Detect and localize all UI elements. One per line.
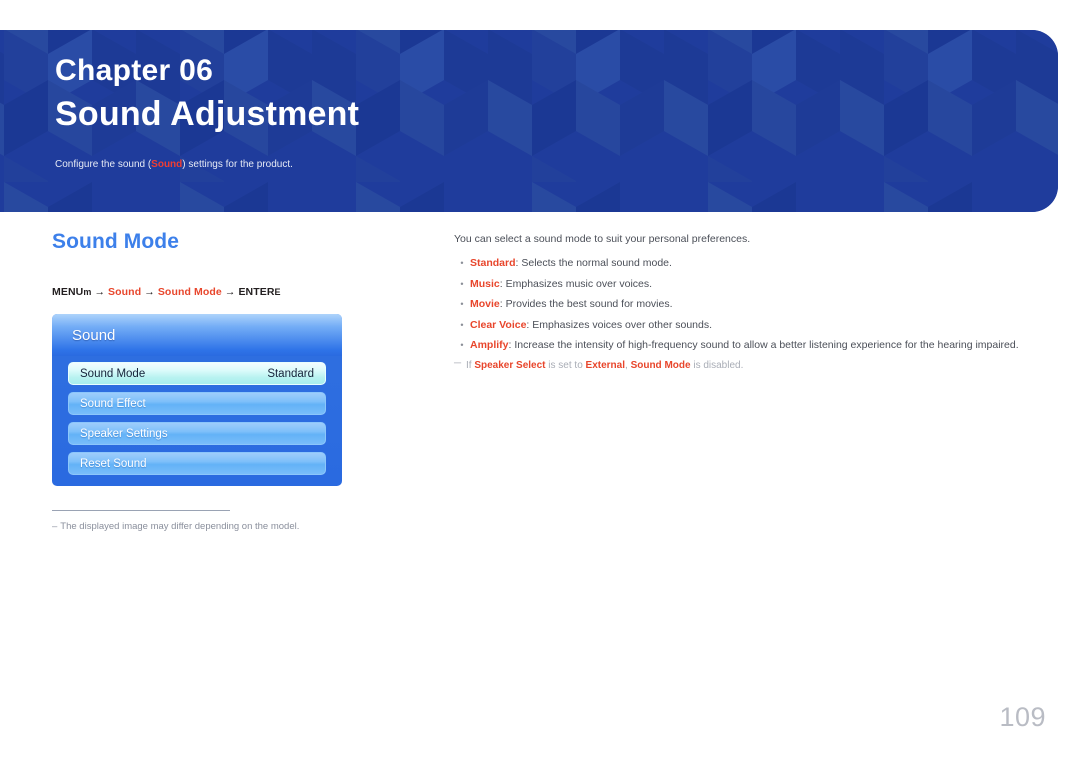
chapter-description-highlight: Sound: [151, 159, 183, 170]
footnote-term-external: External: [585, 359, 625, 371]
menu-path-arrow-3: →: [224, 286, 236, 298]
osd-row-reset-sound[interactable]: Reset Sound: [68, 452, 326, 475]
banner-text-block: Chapter 06 Sound Adjustment Configure th…: [0, 30, 1058, 172]
bullet-text: Music: Emphasizes music over voices.: [470, 277, 1034, 292]
list-item: • Clear Voice: Emphasizes voices over ot…: [454, 318, 1034, 333]
bullet-term: Standard: [470, 257, 516, 269]
list-item: • Movie: Provides the best sound for mov…: [454, 297, 1034, 312]
bullet-term: Clear Voice: [470, 318, 527, 331]
footnote-part-2: is set to: [545, 359, 586, 371]
bullet-body: : Emphasizes music over voices.: [499, 277, 653, 290]
enter-key-icon: E: [274, 287, 281, 297]
bullet-marker: •: [460, 340, 464, 350]
osd-row-label: Sound Effect: [80, 397, 146, 410]
right-column: You can select a sound mode to suit your…: [454, 232, 1034, 373]
menu-path-arrow-1: →: [94, 286, 106, 298]
osd-row-label: Speaker Settings: [80, 427, 168, 440]
bullet-body: : Provides the best sound for movies.: [499, 298, 673, 310]
bullet-marker: •: [460, 319, 464, 330]
osd-menu-list: Sound Mode Standard Sound Effect Speaker…: [52, 356, 342, 475]
left-column: Sound Mode MENUm → Sound → Sound Mode → ENTERE…: [52, 230, 412, 533]
osd-row-speaker-settings[interactable]: Speaker Settings: [68, 422, 326, 445]
osd-row-value: Standard: [267, 367, 314, 380]
footnote-term-speaker-select: Speaker Select: [474, 359, 546, 371]
list-item: • Music: Emphasizes music over voices.: [454, 277, 1034, 292]
section-heading: Sound Mode: [52, 230, 179, 253]
osd-row-label: Reset Sound: [80, 457, 147, 470]
chapter-label: Chapter 06: [55, 54, 214, 87]
bullet-text: Amplify: Increase the intensity of high-…: [470, 338, 1034, 353]
osd-row-sound-effect[interactable]: Sound Effect: [68, 392, 326, 415]
bullet-marker: •: [460, 299, 464, 309]
image-note: – The displayed image may differ dependin…: [52, 520, 302, 533]
bullet-body: : Emphasizes voices over other sounds.: [526, 318, 713, 331]
osd-header: Sound: [52, 314, 342, 356]
speaker-select-footnote: ─ If Speaker Select is set to External, …: [454, 357, 1034, 373]
description-lead: You can select a sound mode to suit your…: [454, 233, 751, 245]
osd-title: Sound: [72, 326, 116, 344]
menu-path-end: ENTER: [238, 286, 275, 298]
chapter-title: Sound Adjustment: [55, 95, 360, 133]
list-item: • Amplify: Increase the intensity of hig…: [454, 338, 1034, 353]
chapter-description-suffix: ) settings for the product.: [182, 159, 293, 170]
bullet-text: Standard: Selects the normal sound mode.: [470, 256, 1034, 271]
menu-path-start: MENU: [52, 286, 84, 298]
menu-path-arrow-2: →: [144, 286, 155, 298]
bullet-marker: •: [460, 278, 464, 289]
osd-menu-screenshot: Sound Sound Mode Standard Sound Effect S…: [52, 314, 342, 486]
footnote-dash: ─: [454, 357, 462, 369]
footnote-text: If Speaker Select is set to External, So…: [466, 359, 1034, 373]
menu-path-step-1: Sound: [108, 286, 142, 298]
footnote-part-4: is disabled.: [690, 359, 744, 371]
bullet-text: Movie: Provides the best sound for movie…: [470, 297, 1034, 312]
bullet-text: Clear Voice: Emphasizes voices over othe…: [470, 318, 1034, 333]
menu-path: MENUm → Sound → Sound Mode → ENTERE: [52, 286, 412, 298]
note-divider: [52, 510, 230, 511]
osd-row-sound-mode[interactable]: Sound Mode Standard: [68, 362, 326, 385]
chapter-description: Configure the sound (Sound) settings for…: [55, 158, 1058, 172]
bullet-marker: •: [460, 258, 464, 268]
chapter-description-prefix: Configure the sound (: [55, 159, 152, 170]
image-note-block: – The displayed image may differ dependin…: [52, 510, 302, 533]
description-bullet-list: • Standard: Selects the normal sound mod…: [454, 256, 1034, 353]
note-text: The displayed image may differ depending…: [60, 521, 300, 532]
bullet-body: : Selects the normal sound mode.: [515, 257, 672, 269]
footnote-term-sound-mode: Sound Mode: [630, 359, 691, 371]
list-item: • Standard: Selects the normal sound mod…: [454, 256, 1034, 271]
bullet-term: Amplify: [470, 339, 509, 351]
bullet-body: : Increase the intensity of high-frequen…: [508, 339, 1019, 351]
bullet-term: Music: [470, 277, 500, 290]
document-page: Chapter 06 Sound Adjustment Configure th…: [0, 0, 1080, 763]
osd-row-label: Sound Mode: [80, 367, 146, 380]
bullet-term: Movie: [470, 298, 500, 310]
page-number: 109: [999, 702, 1046, 732]
menu-path-step-2: Sound Mode: [157, 286, 222, 298]
chapter-banner: Chapter 06 Sound Adjustment Configure th…: [0, 30, 1058, 212]
